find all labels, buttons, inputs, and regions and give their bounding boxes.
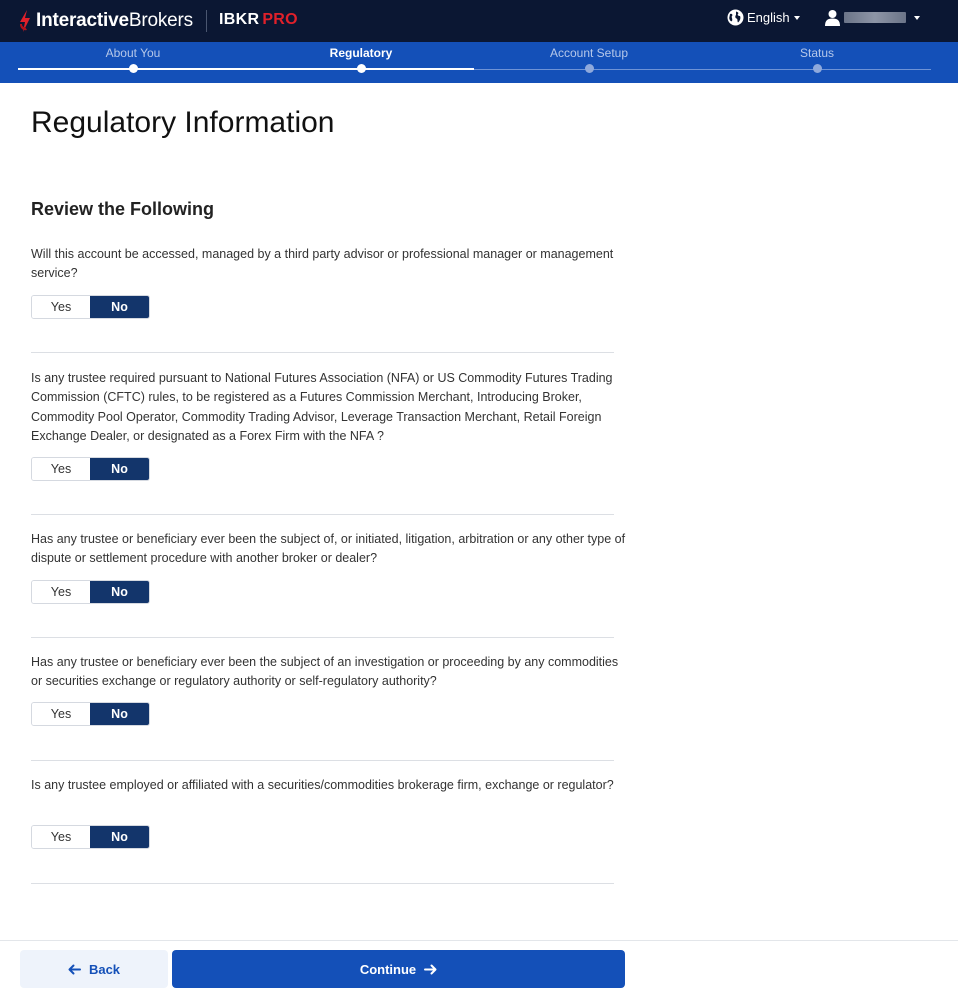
yes-no-toggle-litigation-dispute: Yes No	[31, 580, 150, 604]
question-divider	[31, 883, 614, 884]
progress-track-completed	[18, 68, 474, 70]
footer-divider	[0, 940, 958, 941]
no-option-selected[interactable]: No	[90, 703, 149, 725]
redacted-username	[844, 12, 906, 23]
step-label-account-setup: Account Setup	[549, 46, 629, 60]
question-divider	[31, 637, 614, 638]
question-nfa-cftc-registration: Is any trustee required pursuant to Nati…	[31, 371, 613, 443]
language-label: English	[747, 10, 790, 25]
product-label: IBKR	[219, 11, 260, 28]
top-navigation-bar: InteractiveBrokers IBKR PRO English	[0, 0, 958, 42]
interactive-brokers-logo[interactable]: InteractiveBrokers	[18, 8, 193, 34]
brand-name: InteractiveBrokers	[36, 10, 193, 32]
ib-logo-icon	[20, 10, 30, 32]
application-progress-bar: About You Regulatory Account Setup Statu…	[0, 42, 958, 83]
chevron-down-icon	[914, 15, 920, 20]
yes-no-toggle-brokerage-affiliation: Yes No	[31, 825, 150, 849]
yes-option[interactable]: Yes	[32, 826, 91, 848]
product-name: IBKR PRO	[219, 11, 298, 29]
continue-button[interactable]: Continue	[172, 950, 625, 988]
question-divider	[31, 514, 614, 515]
question-brokerage-affiliation: Is any trustee employed or affiliated wi…	[31, 778, 614, 792]
yes-option[interactable]: Yes	[32, 458, 91, 480]
back-button[interactable]: Back	[20, 950, 168, 988]
no-option-selected[interactable]: No	[90, 581, 149, 603]
yes-no-toggle-nfa-cftc-registration: Yes No	[31, 457, 150, 481]
yes-option[interactable]: Yes	[32, 296, 91, 318]
chevron-down-icon	[793, 15, 800, 20]
brand-name-bold: Interactive	[36, 10, 129, 31]
step-label-status: Status	[799, 46, 835, 60]
no-option-selected[interactable]: No	[90, 296, 149, 318]
header-divider	[206, 10, 207, 32]
yes-option[interactable]: Yes	[32, 703, 91, 725]
yes-no-toggle-regulatory-investigation: Yes No	[31, 702, 150, 726]
yes-no-toggle-third-party-advisor: Yes No	[31, 295, 150, 319]
step-label-regulatory: Regulatory	[329, 46, 393, 60]
question-litigation-dispute: Has any trustee or beneficiary ever been…	[31, 532, 626, 566]
arrow-left-icon	[68, 964, 81, 975]
question-regulatory-investigation: Has any trustee or beneficiary ever been…	[31, 655, 619, 689]
question-third-party-advisor: Will this account be accessed, managed b…	[31, 247, 614, 281]
step-marker-account-setup	[584, 64, 594, 73]
step-label-about-you[interactable]: About You	[43, 46, 223, 60]
back-button-label: Back	[88, 961, 121, 977]
brand-name-light: Brokers	[128, 10, 193, 31]
step-marker-about-you	[128, 64, 138, 73]
language-selector[interactable]: English	[727, 9, 800, 26]
continue-button-label: Continue	[359, 961, 417, 977]
question-divider	[31, 352, 614, 353]
arrow-right-icon	[424, 964, 437, 975]
step-marker-status	[812, 64, 822, 73]
question-divider	[31, 760, 614, 761]
product-tier-label: PRO	[262, 11, 298, 28]
user-icon	[825, 10, 840, 26]
no-option-selected[interactable]: No	[90, 458, 149, 480]
step-marker-regulatory	[356, 64, 366, 73]
user-menu[interactable]	[825, 9, 920, 26]
yes-option[interactable]: Yes	[32, 581, 91, 603]
section-title: Review the Following	[31, 199, 215, 219]
no-option-selected[interactable]: No	[90, 826, 149, 848]
globe-icon	[727, 9, 744, 26]
page-title: Regulatory Information	[31, 106, 335, 139]
